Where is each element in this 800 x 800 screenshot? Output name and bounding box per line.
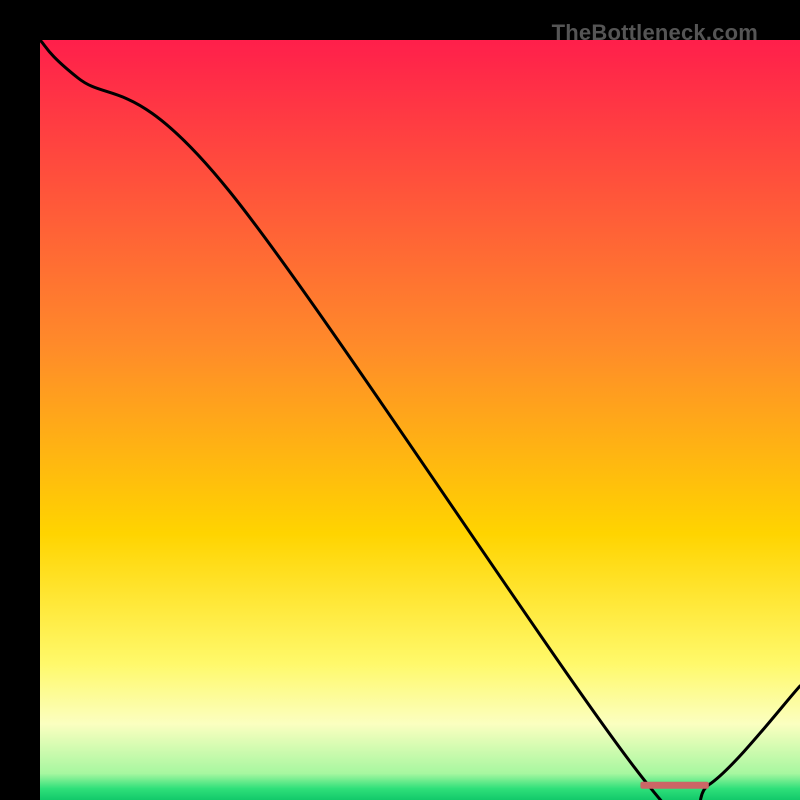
chart-frame: TheBottleneck.com	[0, 0, 800, 800]
watermark-text: TheBottleneck.com	[552, 20, 758, 46]
chart-plot	[40, 40, 800, 800]
gradient-background	[40, 40, 800, 800]
optimal-range-marker	[640, 782, 708, 789]
